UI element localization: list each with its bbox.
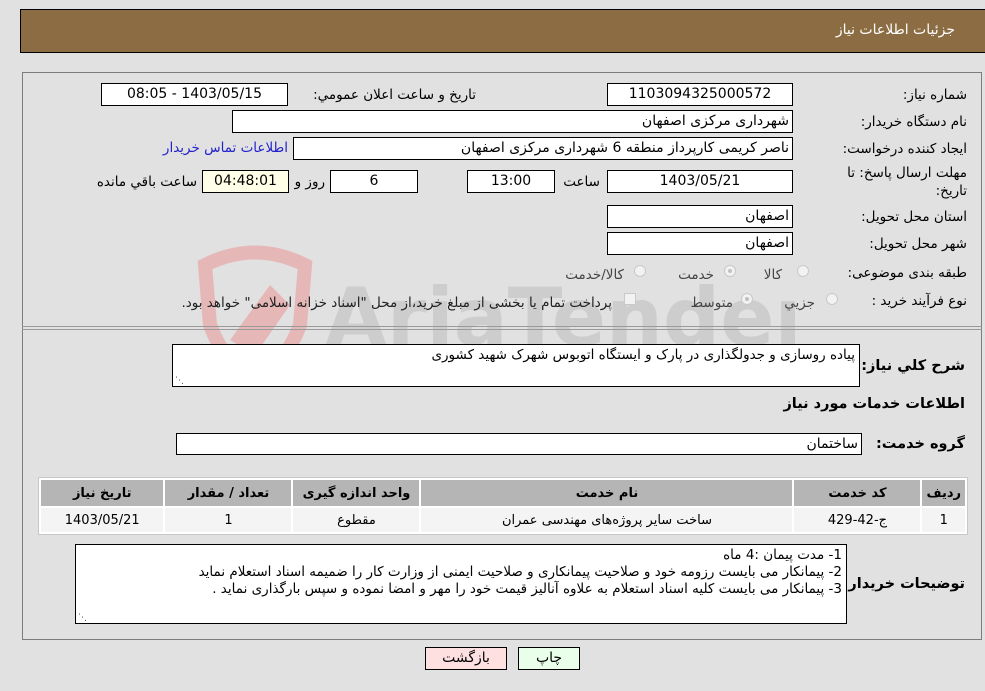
service-group-field[interactable]: ساختمان <box>176 433 862 455</box>
category-radio-goods[interactable] <box>797 265 809 277</box>
col-quantity: تعداد / مقدار <box>165 480 292 506</box>
announce-datetime-field[interactable]: 1403/05/15 - 08:05 <box>101 83 288 106</box>
cell-need-date: 1403/05/21 <box>41 508 164 532</box>
services-section-title: اطلاعات خدمات مورد نیاز <box>783 396 965 412</box>
cell-service-code: ج-42-429 <box>794 508 921 532</box>
requester-field[interactable]: ناصر کریمی کارپرداز منطقه 6 شهرداری مرکز… <box>293 137 793 160</box>
days-label: روز و <box>294 174 325 190</box>
table-header-row: ردیف کد خدمت نام خدمت واحد اندازه گیری ت… <box>41 480 965 506</box>
remaining-time-field: 04:48:01 <box>202 170 289 193</box>
table-row: 1 ج-42-429 ساخت سایر پروژه‌های مهندسی عم… <box>41 508 965 532</box>
section-divider <box>22 329 982 330</box>
service-group-label: گروه خدمت: <box>875 436 965 452</box>
province-field[interactable]: اصفهان <box>607 205 793 228</box>
buyer-contact-link[interactable]: اطلاعات تماس خریدار <box>163 140 288 156</box>
city-label: شهر محل تحویل: <box>869 236 967 252</box>
need-number-label: شماره نیاز: <box>902 87 967 103</box>
remaining-time-label: ساعت باقي مانده <box>96 174 197 190</box>
print-button[interactable]: چاپ <box>518 647 580 670</box>
buyer-note-line: 3- پیمانکار می بایست کلیه اسناد استعلام … <box>212 581 842 597</box>
section-divider <box>22 326 982 327</box>
deadline-label: مهلت ارسال پاسخ: تا تاریخ: <box>847 165 967 199</box>
category-option-service: خدمت <box>678 267 714 283</box>
purchase-radio-minor[interactable] <box>826 293 838 305</box>
page-title: جزئیات اطلاعات نیاز <box>835 22 955 38</box>
col-need-date: تاریخ نیاز <box>41 480 164 506</box>
col-unit: واحد اندازه گیری <box>293 480 420 506</box>
requester-label: ایجاد کننده درخواست: <box>842 141 967 157</box>
cell-unit: مقطوع <box>293 508 420 532</box>
buyer-notes-label: توضیحات خریدار: <box>842 576 965 592</box>
category-option-goods: کالا <box>763 267 782 283</box>
description-text: پیاده روسازی و جدولگذاری در پارک و ایستگ… <box>431 347 855 363</box>
description-textarea[interactable]: پیاده روسازی و جدولگذاری در پارک و ایستگ… <box>172 344 860 387</box>
buyer-note-line: 1- مدت پیمان :4 ماه <box>723 547 842 563</box>
need-number-field[interactable]: 1103094325000572 <box>607 83 793 106</box>
col-service-code: کد خدمت <box>794 480 921 506</box>
category-radio-service[interactable] <box>724 265 736 277</box>
col-row-number: ردیف <box>922 480 965 506</box>
buyer-notes-textarea[interactable]: 1- مدت پیمان :4 ماه 2- پیمانکار می بایست… <box>75 544 847 624</box>
treasury-note: پرداخت تمام یا بخشی از مبلغ خرید،از محل … <box>181 295 612 311</box>
buyer-note-line: 2- پیمانکار می بایست رزومه خود و صلاحیت … <box>198 564 842 580</box>
col-service-name: نام خدمت <box>421 480 793 506</box>
description-label: شرح کلي نیاز: <box>861 358 965 374</box>
services-table: ردیف کد خدمت نام خدمت واحد اندازه گیری ت… <box>38 477 968 535</box>
category-option-goods-service: کالا/خدمت <box>565 267 624 283</box>
cell-service-name: ساخت سایر پروژه‌های مهندسی عمران <box>421 508 793 532</box>
buyer-org-label: نام دستگاه خریدار: <box>860 114 967 130</box>
province-label: استان محل تحویل: <box>861 209 967 225</box>
page-header: جزئیات اطلاعات نیاز <box>20 9 985 53</box>
buyer-org-field[interactable]: شهرداری مرکزی اصفهان <box>232 110 793 133</box>
announce-datetime-label: تاریخ و ساعت اعلان عمومي: <box>313 87 476 103</box>
deadline-date-field[interactable]: 1403/05/21 <box>607 170 793 193</box>
city-field[interactable]: اصفهان <box>607 232 793 255</box>
purchase-radio-medium[interactable] <box>741 293 753 305</box>
deadline-time-field[interactable]: 13:00 <box>467 170 555 193</box>
category-radio-goods-service[interactable] <box>634 265 646 277</box>
back-button[interactable]: بازگشت <box>425 647 507 670</box>
cell-row-number: 1 <box>922 508 965 532</box>
purchase-option-minor: جزيي <box>784 295 815 311</box>
category-label: طبقه بندی موضوعی: <box>847 265 967 281</box>
deadline-days-field[interactable]: 6 <box>330 170 418 193</box>
cell-quantity: 1 <box>165 508 292 532</box>
resize-grip-icon[interactable]: ⋰ <box>175 377 184 386</box>
purchase-option-medium: متوسط <box>690 295 733 311</box>
deadline-time-label: ساعت <box>563 174 600 190</box>
treasury-checkbox[interactable] <box>624 293 636 305</box>
purchase-type-label: نوع فرآیند خرید : <box>871 293 967 309</box>
resize-grip-icon[interactable]: ⋰ <box>78 614 87 623</box>
